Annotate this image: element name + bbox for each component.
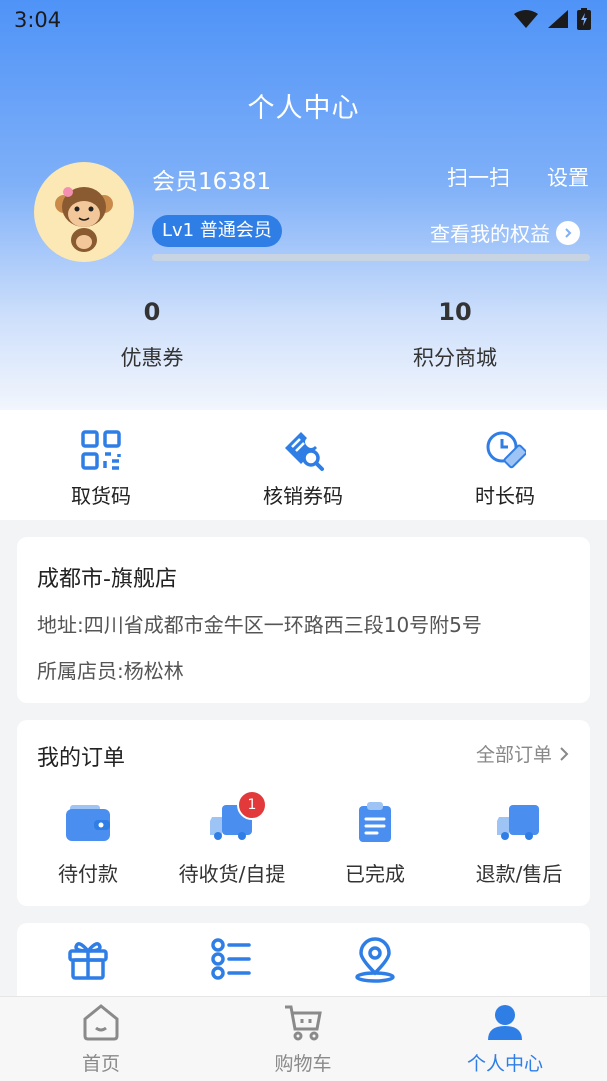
clipboard-icon: [359, 802, 391, 842]
store-name: 成都市-旗舰店: [37, 567, 177, 592]
coupon-label: 优惠券: [120, 346, 184, 370]
store-staff: 所属店员:杨松林: [37, 659, 184, 683]
status-bar: 3:04: [0, 0, 607, 42]
points-mall-stat[interactable]: 10 积分商城: [355, 298, 555, 372]
all-orders-label: 全部订单: [475, 744, 552, 766]
chevron-right-icon: [556, 220, 580, 245]
level-progress-bar: [152, 254, 590, 261]
member-level-badge: Lv1 普通会员: [152, 215, 282, 247]
duration-code-button[interactable]: 时长码: [405, 426, 605, 509]
all-orders-link[interactable]: 全部订单: [476, 740, 570, 767]
points-mall-label: 积分商城: [413, 346, 497, 370]
tab-cart[interactable]: 购物车: [228, 1003, 378, 1076]
tab-home[interactable]: 首页: [26, 1003, 176, 1076]
bottom-tab-bar: 首页 购物车 个人中心: [0, 996, 607, 1081]
view-benefits-link[interactable]: 查看我的权益: [430, 218, 580, 247]
qr-code-icon: [81, 430, 121, 470]
wallet-icon: [66, 805, 110, 841]
service-item-list[interactable]: [181, 937, 281, 985]
quick-actions-bar: 取货码 核销券码 时长码: [0, 410, 607, 520]
points-count: 10: [438, 298, 472, 326]
timer-ruler-icon: [486, 431, 526, 469]
orders-card: 我的订单 全部订单 待付款 1 待收货/自提 已完成 退款/售后: [17, 720, 590, 906]
pickup-code-button[interactable]: 取货码: [1, 426, 201, 509]
view-benefits-label: 查看我的权益: [430, 222, 550, 246]
battery-icon: [577, 8, 591, 30]
store-address: 地址:四川省成都市金牛区一环路西三段10号附5号: [37, 613, 482, 637]
settings-button[interactable]: 设置: [547, 162, 589, 192]
status-time: 3:04: [14, 8, 62, 32]
order-completed[interactable]: 已完成: [310, 800, 440, 887]
refund-label: 退款/售后: [475, 862, 563, 886]
orders-title: 我的订单: [37, 746, 126, 771]
pending-delivery-badge: 1: [237, 790, 267, 820]
monkey-avatar-icon: [55, 187, 113, 252]
coupon-stat[interactable]: 0 优惠券: [52, 298, 252, 372]
order-pending-payment[interactable]: 待付款: [23, 800, 153, 887]
verify-voucher-label: 核销券码: [263, 484, 343, 508]
gift-icon: [68, 942, 108, 980]
tab-profile-label: 个人中心: [466, 1053, 543, 1075]
pending-payment-label: 待付款: [58, 862, 118, 886]
member-name: 会员16381: [152, 169, 272, 195]
service-item-location[interactable]: [325, 937, 425, 987]
pending-delivery-label: 待收货/自提: [178, 862, 286, 886]
user-icon: [488, 1005, 522, 1040]
wifi-icon: [514, 10, 538, 28]
status-icons: [513, 8, 591, 30]
scan-button[interactable]: 扫一扫: [447, 162, 510, 192]
return-truck-icon: [497, 805, 539, 840]
list-icon: [211, 938, 251, 980]
page-title: 个人中心: [247, 93, 360, 124]
signal-icon: [548, 10, 568, 28]
tab-home-label: 首页: [81, 1053, 120, 1075]
home-icon: [83, 1004, 119, 1041]
verify-voucher-button[interactable]: 核销券码: [203, 426, 403, 509]
order-pending-delivery[interactable]: 1 待收货/自提: [167, 790, 297, 887]
tab-profile[interactable]: 个人中心: [430, 1003, 580, 1076]
completed-label: 已完成: [345, 862, 405, 886]
chevron-right-icon: [560, 746, 569, 761]
voucher-search-icon: [285, 432, 324, 471]
store-card[interactable]: 成都市-旗舰店 地址:四川省成都市金牛区一环路西三段10号附5号 所属店员:杨松…: [17, 537, 590, 703]
cart-icon: [285, 1005, 322, 1041]
coupon-count: 0: [143, 298, 161, 326]
avatar[interactable]: [34, 162, 134, 262]
location-pin-icon: [355, 937, 395, 983]
duration-code-label: 时长码: [475, 484, 535, 508]
tab-cart-label: 购物车: [274, 1053, 332, 1075]
service-item-gift[interactable]: [38, 937, 138, 985]
order-refund[interactable]: 退款/售后: [454, 800, 584, 887]
pickup-code-label: 取货码: [71, 484, 131, 508]
